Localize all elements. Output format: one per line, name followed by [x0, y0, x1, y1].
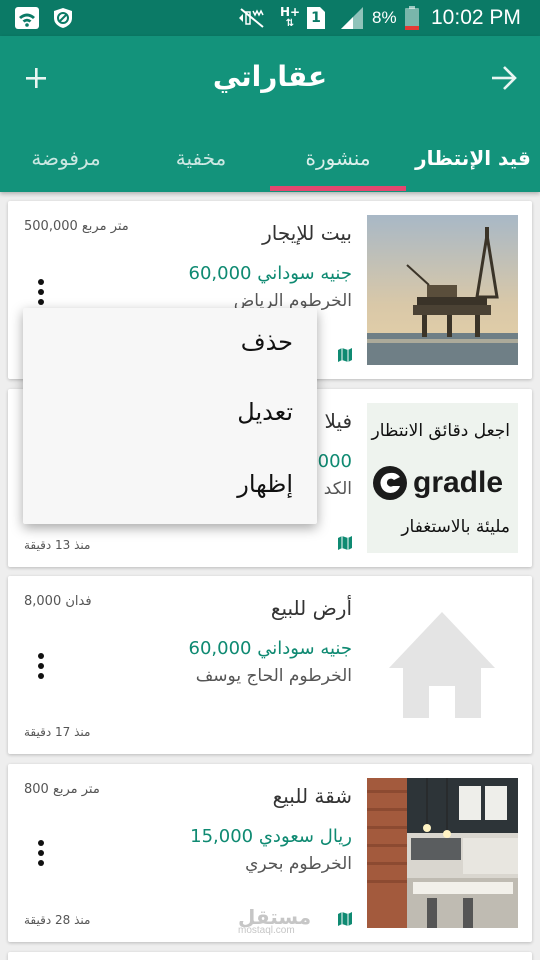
banner-bottom-text: مليئة بالاستغفار [401, 517, 510, 537]
wifi-icon [14, 6, 40, 30]
tab-label: منشورة [305, 146, 371, 170]
clock: 10:02 PM [431, 6, 521, 29]
watermark: مستقل mostaql.com [238, 905, 311, 936]
mute-icon [236, 6, 268, 30]
app-bar: عقاراتي مرفوضة مخفية منشورة قيد الإنتظار [0, 36, 540, 192]
tab-rejected[interactable]: مرفوضة [0, 128, 132, 188]
shield-block-icon [52, 6, 74, 30]
oil-platform-photo [367, 215, 518, 365]
tab-label: مرفوضة [31, 146, 101, 170]
arrow-right-icon [492, 66, 517, 90]
battery-percent: 8% [372, 8, 397, 27]
listing-time: منذ 17 دقيقة [24, 725, 91, 739]
gradle-banner: اجعل دقائق الانتظار gradle مليئة بالاستغ… [367, 403, 518, 553]
tab-label: مخفية [175, 146, 227, 170]
map-icon [338, 536, 352, 550]
tab-published[interactable]: منشورة [270, 128, 406, 188]
listing-price: 60,000 جنيه سوداني [188, 638, 353, 659]
network-type-indicator: H+ ⇅ [279, 6, 301, 30]
overflow-menu-button[interactable] [30, 836, 52, 870]
gradle-brand-text: gradle [413, 466, 504, 499]
tab-label: قيد الإنتظار [415, 146, 531, 170]
menu-item-edit[interactable]: تعديل [237, 398, 293, 426]
tab-hidden[interactable]: مخفية [134, 128, 268, 188]
listing-location: الكد [323, 479, 352, 499]
listing-time: منذ 13 دقيقة [24, 538, 91, 552]
overflow-menu-button[interactable] [30, 649, 52, 683]
data-arrows-icon: ⇅ [285, 18, 295, 29]
map-icon [338, 348, 352, 362]
menu-item-show[interactable]: إظهار [237, 470, 293, 498]
active-tab-indicator [270, 186, 406, 191]
listing-title: بيت للإيجار [262, 221, 352, 245]
back-button[interactable] [482, 58, 526, 98]
gradle-logo-icon [373, 466, 407, 500]
listing-location: الخرطوم الحاج يوسف [195, 666, 352, 686]
listing-card[interactable] [8, 952, 532, 960]
listing-area: 8,000 فدان [24, 594, 92, 609]
sim-number: 1 [311, 10, 321, 26]
status-bar: H+ ⇅ 1 8% 10:02 PM [0, 0, 540, 36]
battery-icon [404, 6, 420, 30]
listing-card[interactable]: أرض للبيع 60,000 جنيه سوداني الخرطوم الح… [8, 576, 532, 754]
listing-price: 60,000 جنيه سوداني [188, 263, 353, 284]
menu-item-delete[interactable]: حذف [241, 328, 293, 356]
listing-title: فيلا [324, 409, 352, 433]
listing-area: 500,000 متر مربع [24, 219, 129, 234]
map-icon [338, 912, 352, 926]
listing-price: 15,000 ريال سعودي [190, 826, 352, 847]
sim-card-icon: 1 [306, 6, 326, 30]
listing-title: أرض للبيع [270, 596, 352, 620]
banner-top-text: اجعل دقائق الانتظار [371, 421, 510, 441]
listing-time: منذ 28 دقيقة [24, 913, 91, 927]
overflow-popup-menu: حذف تعديل إظهار [23, 308, 317, 524]
page-title: عقاراتي [212, 60, 328, 93]
tab-pending[interactable]: قيد الإنتظار [406, 128, 540, 188]
overflow-menu-button[interactable] [30, 275, 52, 309]
signal-icon [340, 6, 364, 30]
listing-location: الخرطوم بحري [245, 854, 352, 874]
network-type-label: H+ [279, 5, 301, 19]
house-placeholder-icon [367, 590, 518, 740]
gradle-logo: gradle [371, 463, 514, 503]
listing-title: شقة للبيع [272, 784, 352, 808]
kitchen-photo [367, 778, 518, 928]
listing-area: 800 متر مربع [24, 782, 100, 797]
